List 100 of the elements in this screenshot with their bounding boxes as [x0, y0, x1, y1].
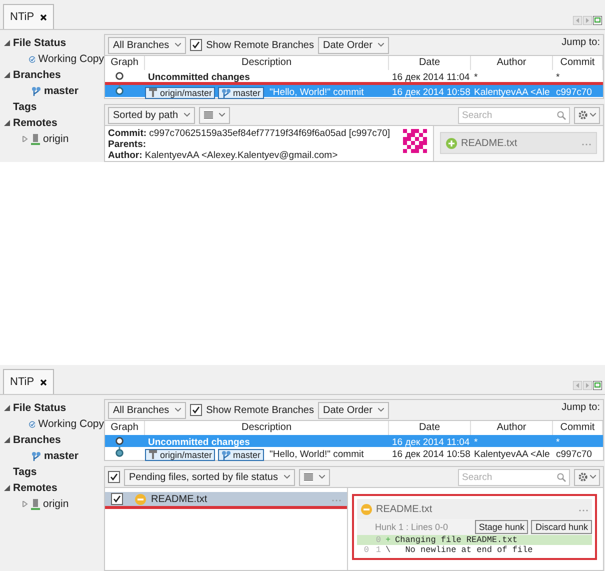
plus-circle-icon: [446, 138, 457, 148]
checkbox[interactable]: [111, 493, 123, 505]
checkbox[interactable]: [108, 471, 120, 483]
view-dropdown[interactable]: [298, 468, 330, 486]
author-cell-text: KalentyevAA <Ale: [473, 87, 551, 98]
commit-cell-text: c997c70: [555, 449, 593, 460]
commit-row[interactable]: Uncommitted changes 16 дек 2014 11:04 * *: [105, 70, 603, 85]
branch-dropdown[interactable]: All Branches: [108, 402, 186, 418]
hunk-title: Hunk 1 : Lines 0-0: [375, 522, 448, 532]
settings-button[interactable]: [574, 468, 600, 486]
list-icon: [304, 473, 313, 481]
checkbox[interactable]: [190, 39, 202, 51]
file-name: README.txt: [376, 504, 432, 514]
check-circle-icon: [28, 418, 36, 430]
list-icon: [204, 111, 214, 119]
search-icon: [557, 472, 566, 482]
sidebar-item[interactable]: Working Copy: [38, 418, 104, 430]
sidebar-item[interactable]: origin: [43, 498, 69, 510]
chevron-down-icon: [175, 43, 182, 47]
checkbox-label: Show Remote Branches: [206, 404, 314, 416]
file-row[interactable]: README.txt: [105, 492, 347, 509]
sidebar-item[interactable]: Branches: [13, 434, 61, 446]
line-number: 0: [374, 535, 381, 545]
branch-tag: master: [218, 86, 264, 98]
hunk-button[interactable]: Discard hunk: [531, 520, 592, 534]
commit-detail: Parents:: [108, 139, 148, 150]
chevron-down-icon: [378, 43, 384, 47]
chevron-down-icon: [590, 113, 596, 117]
commit-node-icon: [115, 447, 124, 459]
file-name: README.txt: [151, 494, 208, 504]
sidebar-item[interactable]: Branches: [13, 69, 61, 81]
sidebar-item[interactable]: Tags: [13, 466, 37, 478]
branch-icon: [221, 88, 232, 98]
sidebar-item[interactable]: Working Copy: [38, 53, 104, 65]
commit-detail: Author: KalentyevAA <Alexey.Kalentyev@gmail.com>: [108, 150, 339, 161]
checkbox[interactable]: [190, 404, 202, 416]
order-dropdown[interactable]: Date Order: [318, 402, 390, 418]
expanded-triangle-icon[interactable]: [4, 437, 10, 443]
hunk-button[interactable]: Stage hunk: [474, 520, 528, 534]
window-list-icon[interactable]: [593, 381, 602, 390]
branch-tag: master: [218, 448, 264, 460]
diff-sign: +: [384, 535, 392, 545]
branch-dropdown[interactable]: All Branches: [108, 36, 186, 54]
minus-circle-icon: [361, 504, 372, 514]
search-icon: [557, 110, 566, 120]
sidebar-item[interactable]: origin: [43, 133, 69, 145]
commit-description: Uncommitted changes: [147, 437, 250, 448]
date-cell-text: 16 дек 2014 11:04: [391, 437, 471, 448]
expanded-triangle-icon[interactable]: [4, 405, 10, 411]
file-card[interactable]: README.txt: [440, 132, 597, 154]
sidebar-item[interactable]: Remotes: [13, 117, 58, 129]
branch-icon: [31, 451, 41, 461]
sort-dropdown[interactable]: Sorted by path: [108, 106, 196, 124]
tab[interactable]: NTiP: [3, 369, 54, 394]
settings-button[interactable]: [574, 106, 600, 124]
diff-sign: \: [384, 545, 392, 555]
expanded-triangle-icon[interactable]: [4, 72, 10, 78]
commit-row[interactable]: origin/master master "Hello, World!" commit 16 дек 2014 10:58 KalentyevAA <Ale c997c70: [105, 85, 603, 97]
tab[interactable]: NTiP: [3, 4, 54, 29]
commit-cell-text: c997c70: [555, 87, 593, 98]
file-name: README.txt: [461, 138, 518, 148]
jump-label: Jump to:: [562, 401, 600, 413]
check-icon: [192, 41, 200, 49]
sidebar-item[interactable]: File Status: [13, 402, 66, 414]
sidebar-item[interactable]: master: [44, 85, 78, 97]
code-text: Changing file README.txt: [395, 535, 518, 545]
expanded-triangle-icon[interactable]: [4, 40, 10, 46]
date-cell-text: 16 дек 2014 10:58: [391, 449, 471, 460]
chevron-down-icon: [378, 408, 384, 412]
view-dropdown[interactable]: [199, 106, 230, 124]
check-circle-icon: [28, 54, 36, 64]
chevron-down-icon: [175, 408, 182, 412]
order-dropdown[interactable]: Date Order: [318, 36, 390, 54]
date-cell-text: 16 дек 2014 10:58: [391, 87, 471, 98]
commit-cell-text: *: [555, 437, 561, 448]
commit-node-icon: [115, 70, 124, 82]
server-icon: [31, 498, 40, 510]
sidebar-item[interactable]: File Status: [13, 37, 66, 49]
commit-detail: Commit: c997c70625159a35ef84ef77719f34f69f6a05ad [c997c70]: [108, 128, 392, 139]
check-icon: [192, 406, 200, 414]
sidebar-item[interactable]: master: [44, 450, 78, 462]
close-icon[interactable]: [40, 378, 48, 386]
remote-branch-icon: [148, 450, 158, 459]
expanded-triangle-icon[interactable]: [4, 485, 10, 491]
branch-icon: [221, 450, 232, 460]
close-icon[interactable]: [40, 14, 48, 20]
expanded-triangle-icon[interactable]: [4, 120, 10, 126]
sidebar-item[interactable]: Tags: [13, 101, 37, 113]
sidebar-item[interactable]: Remotes: [13, 482, 58, 494]
date-cell-text: 16 дек 2014 11:04: [391, 72, 471, 83]
chevron-down-icon: [184, 113, 190, 117]
commit-description: Uncommitted changes: [147, 72, 250, 83]
commit-node-icon: [115, 85, 124, 97]
chevron-down-icon: [284, 475, 290, 479]
sort-dropdown[interactable]: Pending files, sorted by file status: [124, 468, 295, 486]
branch-icon: [31, 86, 41, 96]
settings-icon: [578, 472, 588, 482]
commit-node-icon: [115, 435, 124, 447]
window-list-icon[interactable]: [593, 16, 602, 25]
author-cell-text: *: [473, 72, 479, 83]
